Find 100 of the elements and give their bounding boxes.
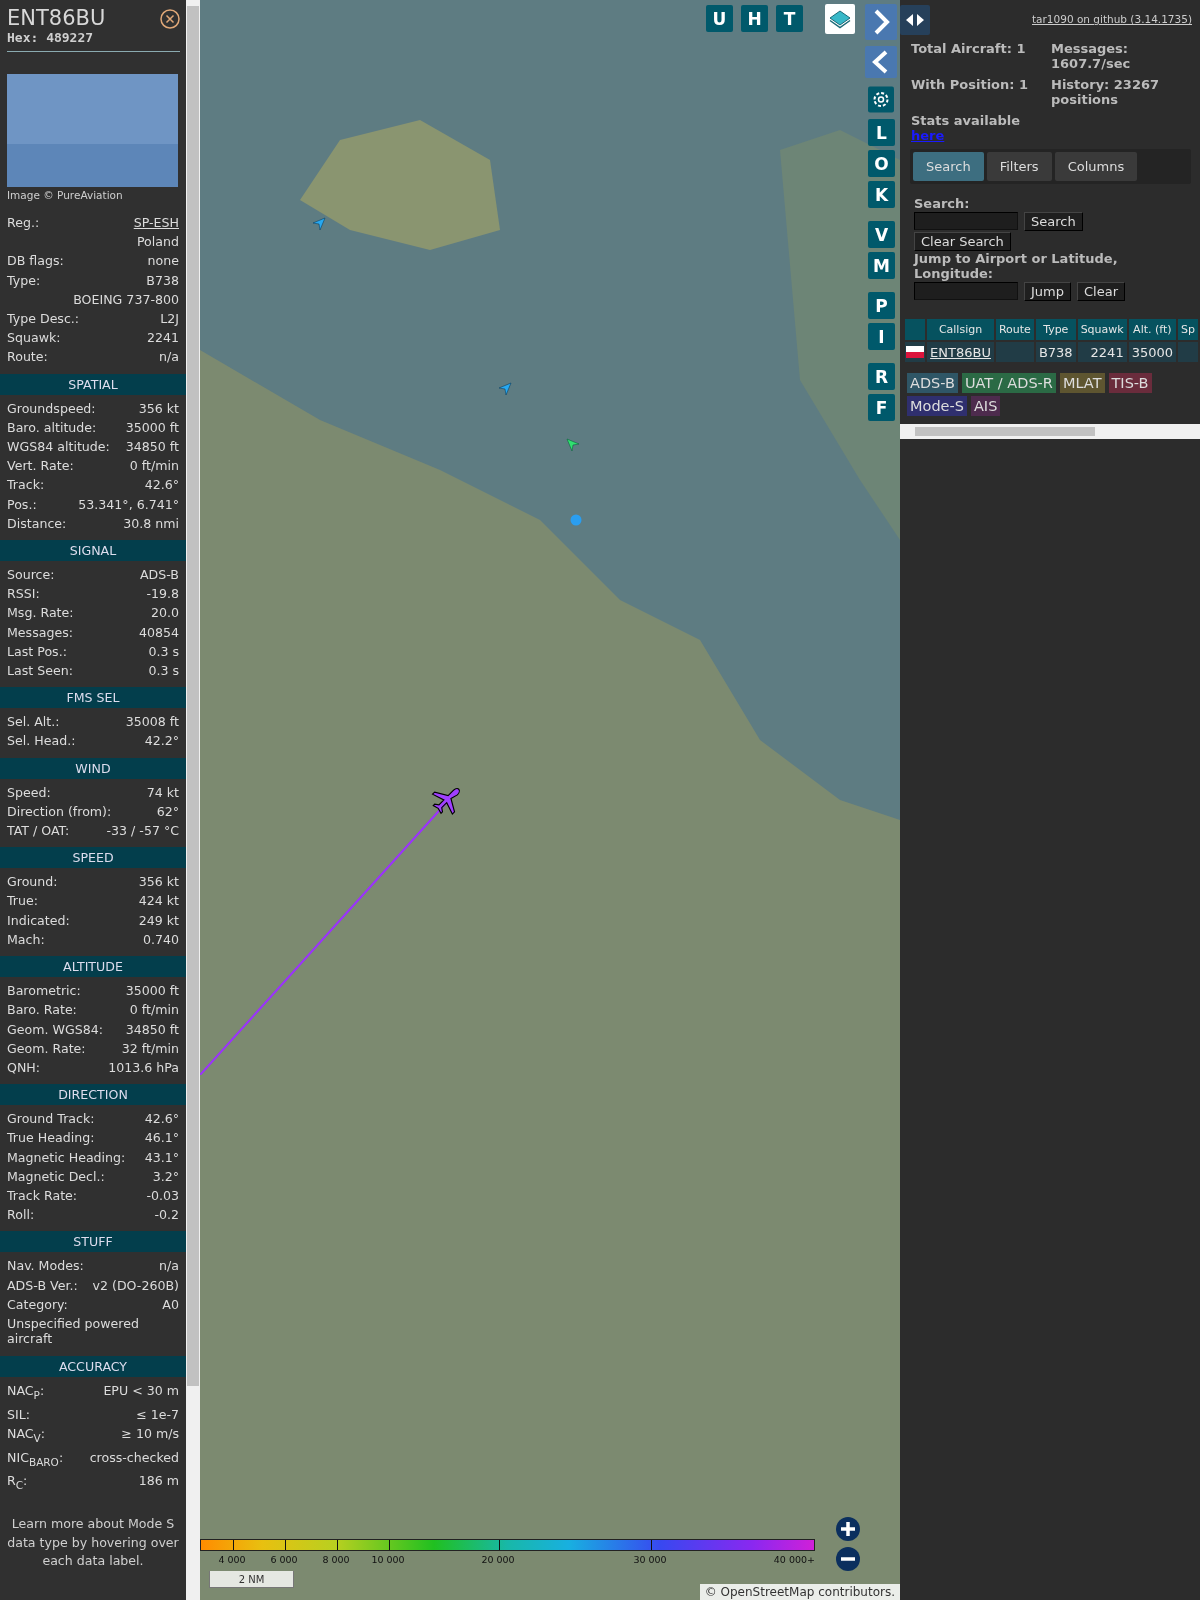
map-toggle-button[interactable]: R bbox=[868, 363, 895, 390]
chevron-right-icon[interactable] bbox=[865, 4, 897, 40]
map-toggle-button[interactable]: P bbox=[868, 292, 895, 319]
expand-arrows-icon[interactable] bbox=[900, 5, 930, 35]
section-header: WIND bbox=[0, 757, 186, 779]
section-header: SIGNAL bbox=[0, 540, 186, 562]
field-value: 356 kt bbox=[138, 873, 179, 892]
photo-credit: Image © PureAviation bbox=[7, 189, 124, 201]
field-value: 43.1° bbox=[144, 1148, 179, 1167]
map-toggle-button[interactable]: L bbox=[868, 119, 895, 146]
field-value: 1013.6 hPa bbox=[108, 1058, 179, 1077]
field-value: none bbox=[147, 252, 179, 271]
clear-button[interactable]: Clear bbox=[1077, 282, 1125, 301]
section-header: ACCURACY bbox=[0, 1355, 186, 1377]
map-toggle-button[interactable]: I bbox=[868, 323, 895, 350]
field-label: Reg.: bbox=[7, 214, 40, 232]
layers-icon[interactable] bbox=[825, 4, 855, 34]
map-toggle-button[interactable]: H bbox=[741, 5, 768, 32]
field-label: Geom. WGS84: bbox=[7, 1020, 103, 1039]
field-label: Type: bbox=[7, 271, 41, 290]
scrollbar[interactable] bbox=[186, 0, 200, 1600]
section-header: SPEED bbox=[0, 847, 186, 869]
attribution-text: contributors. bbox=[818, 1585, 895, 1599]
field-label: Ground: bbox=[7, 873, 58, 892]
tab[interactable]: Filters bbox=[986, 152, 1052, 181]
source-tag: Mode-S bbox=[907, 396, 967, 416]
zoom-out-button[interactable] bbox=[836, 1547, 860, 1571]
column-header[interactable]: Sp bbox=[1178, 319, 1198, 340]
field-label: Geom. Rate: bbox=[7, 1039, 86, 1058]
column-header[interactable]: Type bbox=[1035, 319, 1076, 340]
field-label: NIC$_{BARO}$: bbox=[7, 1448, 64, 1470]
github-link[interactable]: tar1090 on github (3.14.1735) bbox=[1032, 13, 1192, 25]
field-value: B738 bbox=[146, 271, 179, 290]
map-toggle-button[interactable]: O bbox=[868, 150, 895, 177]
table-cell: 35000 bbox=[1128, 342, 1177, 362]
map-toggle-button[interactable]: U bbox=[706, 5, 733, 32]
section-header: ALTITUDE bbox=[0, 956, 186, 978]
field-value: 40854 bbox=[138, 623, 179, 642]
field-label: Magnetic Decl.: bbox=[7, 1167, 105, 1186]
altitude-label: 10 000 bbox=[371, 1554, 405, 1565]
column-header[interactable]: Alt. (ft) bbox=[1128, 319, 1177, 340]
field-value: v2 (DO-260B) bbox=[92, 1276, 179, 1295]
aircraft-marker-icon[interactable] bbox=[312, 217, 326, 231]
section-header: FMS SEL bbox=[0, 687, 186, 709]
field-label: QNH: bbox=[7, 1058, 41, 1077]
help-text: Learn more about Mode S data type by hovering over each data label. bbox=[6, 1515, 180, 1570]
field-label: Indicated: bbox=[7, 911, 70, 930]
stat-text: Messages: 1607.7/sec bbox=[1051, 41, 1132, 71]
map-toggle-button[interactable]: M bbox=[868, 252, 895, 279]
field-value: -19.8 bbox=[146, 585, 179, 604]
field-label: Barometric: bbox=[7, 982, 81, 1001]
field-value: 35008 ft bbox=[125, 713, 179, 732]
scrollbar[interactable] bbox=[900, 424, 1200, 439]
field-value: 249 kt bbox=[138, 911, 179, 930]
aircraft-marker-icon[interactable] bbox=[566, 438, 580, 452]
receiver-dot-icon bbox=[570, 514, 582, 526]
map-toggle-button[interactable]: K bbox=[868, 181, 895, 208]
field-value: 53.341°, 6.741° bbox=[78, 495, 179, 514]
field-value: 42.6° bbox=[144, 476, 179, 495]
search-field[interactable] bbox=[914, 212, 1018, 230]
field-label: WGS84 altitude: bbox=[7, 438, 110, 457]
table-cell: 2241 bbox=[1077, 342, 1127, 362]
search-button[interactable]: Search bbox=[1024, 212, 1083, 231]
chevron-left-icon[interactable] bbox=[865, 46, 897, 78]
column-header[interactable]: Callsign bbox=[927, 319, 994, 340]
clear-search-button[interactable]: Clear Search bbox=[914, 232, 1011, 251]
settings-icon[interactable] bbox=[868, 86, 894, 113]
aircraft-marker-icon[interactable] bbox=[498, 382, 512, 396]
map-toggle-button[interactable]: F bbox=[868, 394, 895, 421]
stat-text: Stats available bbox=[911, 113, 1022, 128]
field-value: BOEING 737-800 bbox=[73, 290, 179, 309]
tab[interactable]: Search bbox=[913, 152, 984, 181]
field-label: Track Rate: bbox=[7, 1186, 78, 1205]
field-label: Messages: bbox=[7, 623, 73, 642]
altitude-label: 30 000 bbox=[633, 1554, 667, 1565]
registration-link[interactable]: SP-ESH bbox=[133, 213, 179, 233]
field-label: DB flags: bbox=[7, 252, 64, 271]
field-value: ≥ 10 m/s bbox=[121, 1424, 179, 1443]
attribution-link[interactable]: OpenStreetMap bbox=[720, 1585, 815, 1599]
field-label: Msg. Rate: bbox=[7, 604, 74, 623]
field-value: 186 m bbox=[138, 1472, 179, 1491]
column-header[interactable]: Squawk bbox=[1077, 319, 1127, 340]
altitude-label: 4 000 bbox=[218, 1554, 246, 1565]
table-cell: B738 bbox=[1035, 342, 1076, 362]
field-label: Source: bbox=[7, 566, 55, 585]
jump-field[interactable] bbox=[914, 282, 1018, 300]
map-toggle-button[interactable]: V bbox=[868, 221, 895, 248]
tab[interactable]: Columns bbox=[1054, 152, 1138, 181]
jump-label: Jump to Airport or Latitude, Longitude: bbox=[914, 251, 1119, 281]
field-label: Last Seen: bbox=[7, 662, 73, 681]
map-toggle-button[interactable]: T bbox=[776, 5, 803, 32]
field-label: Sel. Head.: bbox=[7, 732, 76, 751]
jump-button[interactable]: Jump bbox=[1024, 282, 1071, 301]
column-header[interactable]: Route bbox=[995, 319, 1034, 340]
zoom-in-button[interactable] bbox=[836, 1517, 860, 1541]
table-cell bbox=[995, 342, 1034, 362]
field-value: ≤ 1e-7 bbox=[136, 1405, 179, 1424]
close-icon[interactable] bbox=[160, 9, 180, 29]
field-label: NAC$_{V}$: bbox=[7, 1424, 46, 1446]
field-value: n/a bbox=[159, 1257, 179, 1276]
